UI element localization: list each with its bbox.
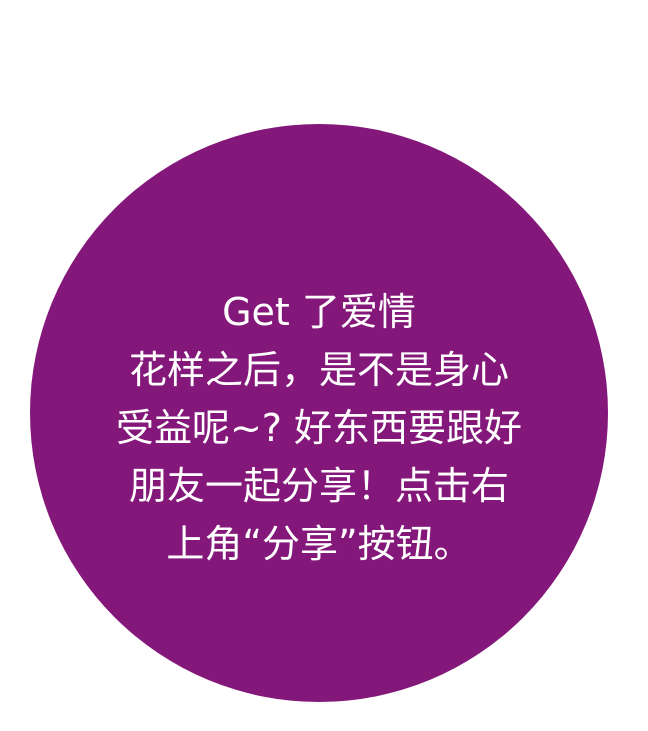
page: Get 了爱情 花样之后，是不是身心 受益呢~? 好东西要跟好 朋友一起分享！点… (0, 0, 648, 731)
message-line-1: Get 了爱情 (222, 290, 416, 334)
message-line-2: 花样之后，是不是身心 (128, 348, 509, 392)
share-prompt-message: Get 了爱情 花样之后，是不是身心 受益呢~? 好东西要跟好 朋友一起分享！点… (30, 283, 608, 573)
message-line-3: 受益呢~? 好东西要跟好 (115, 406, 523, 450)
message-line-4: 朋友一起分享！点击右 (128, 464, 509, 508)
message-line-5: 上角“分享”按钮。 (166, 522, 472, 566)
